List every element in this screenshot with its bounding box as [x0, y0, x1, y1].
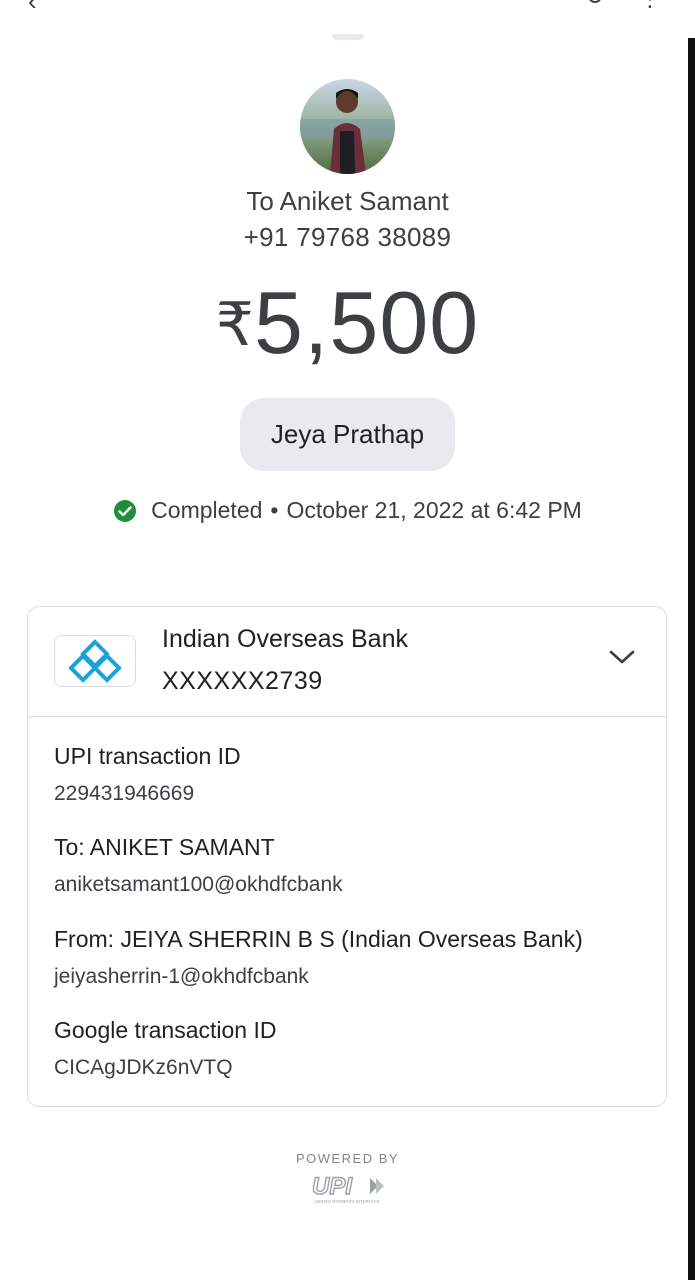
upi-tagline: UNIFIED PAYMENTS INTERFACE: [315, 1199, 380, 1204]
bank-account-row[interactable]: Indian Overseas Bank XXXXXX2739: [28, 607, 666, 717]
bank-account-number: XXXXXX2739: [162, 667, 323, 695]
status-row: Completed • October 21, 2022 at 6:42 PM: [0, 497, 695, 524]
avatar: [300, 79, 395, 174]
sheet-handle: [332, 34, 364, 40]
detail-google-transaction-id: Google transaction ID CICAgJDKz6nVTQ: [54, 1017, 276, 1080]
status-separator: •: [270, 497, 279, 523]
status-datetime: October 21, 2022 at 6:42 PM: [286, 497, 582, 523]
detail-value: 229431946669: [54, 782, 195, 805]
currency-symbol: ₹: [215, 291, 254, 358]
bank-logo: [54, 635, 136, 687]
upi-logo: UPI UNIFIED PAYMENTS INTERFACE: [311, 1172, 384, 1204]
amount: ₹5,500: [0, 272, 695, 374]
check-circle-icon: [114, 499, 137, 522]
top-app-bar: ‹ ⋮: [0, 0, 695, 36]
detail-label: To: ANIKET SAMANT: [54, 834, 275, 860]
back-arrow-icon[interactable]: ‹: [28, 0, 37, 17]
detail-from: From: JEIYA SHERRIN B S (Indian Overseas…: [54, 926, 583, 989]
detail-label: Google transaction ID: [54, 1017, 277, 1043]
payee-phone: +91 79768 38089: [243, 222, 452, 252]
bank-name: Indian Overseas Bank: [162, 625, 408, 653]
more-vert-icon[interactable]: ⋮: [639, 0, 661, 12]
detail-upi-transaction-id: UPI transaction ID 229431946669: [54, 743, 241, 806]
help-icon[interactable]: [585, 0, 605, 10]
detail-value: CICAgJDKz6nVTQ: [54, 1056, 233, 1079]
transaction-details-card: Indian Overseas Bank XXXXXX2739 UPI tran…: [27, 606, 667, 1107]
detail-label: From: JEIYA SHERRIN B S (Indian Overseas…: [54, 926, 583, 952]
detail-to: To: ANIKET SAMANT aniketsamant100@okhdfc…: [54, 834, 343, 897]
payee-name: To Aniket Samant: [246, 186, 449, 216]
detail-value: jeiyasherrin-1@okhdfcbank: [54, 965, 309, 988]
detail-value: aniketsamant100@okhdfcbank: [54, 873, 343, 896]
status-label: Completed: [151, 497, 263, 523]
detail-label: UPI transaction ID: [54, 743, 241, 769]
powered-by-label: POWERED BY: [295, 1151, 400, 1166]
payment-note-chip: Jeya Prathap: [240, 398, 455, 471]
upi-logo-text: UPI: [312, 1173, 353, 1200]
amount-value: 5,500: [253, 273, 480, 372]
chevron-down-icon[interactable]: [608, 647, 636, 667]
